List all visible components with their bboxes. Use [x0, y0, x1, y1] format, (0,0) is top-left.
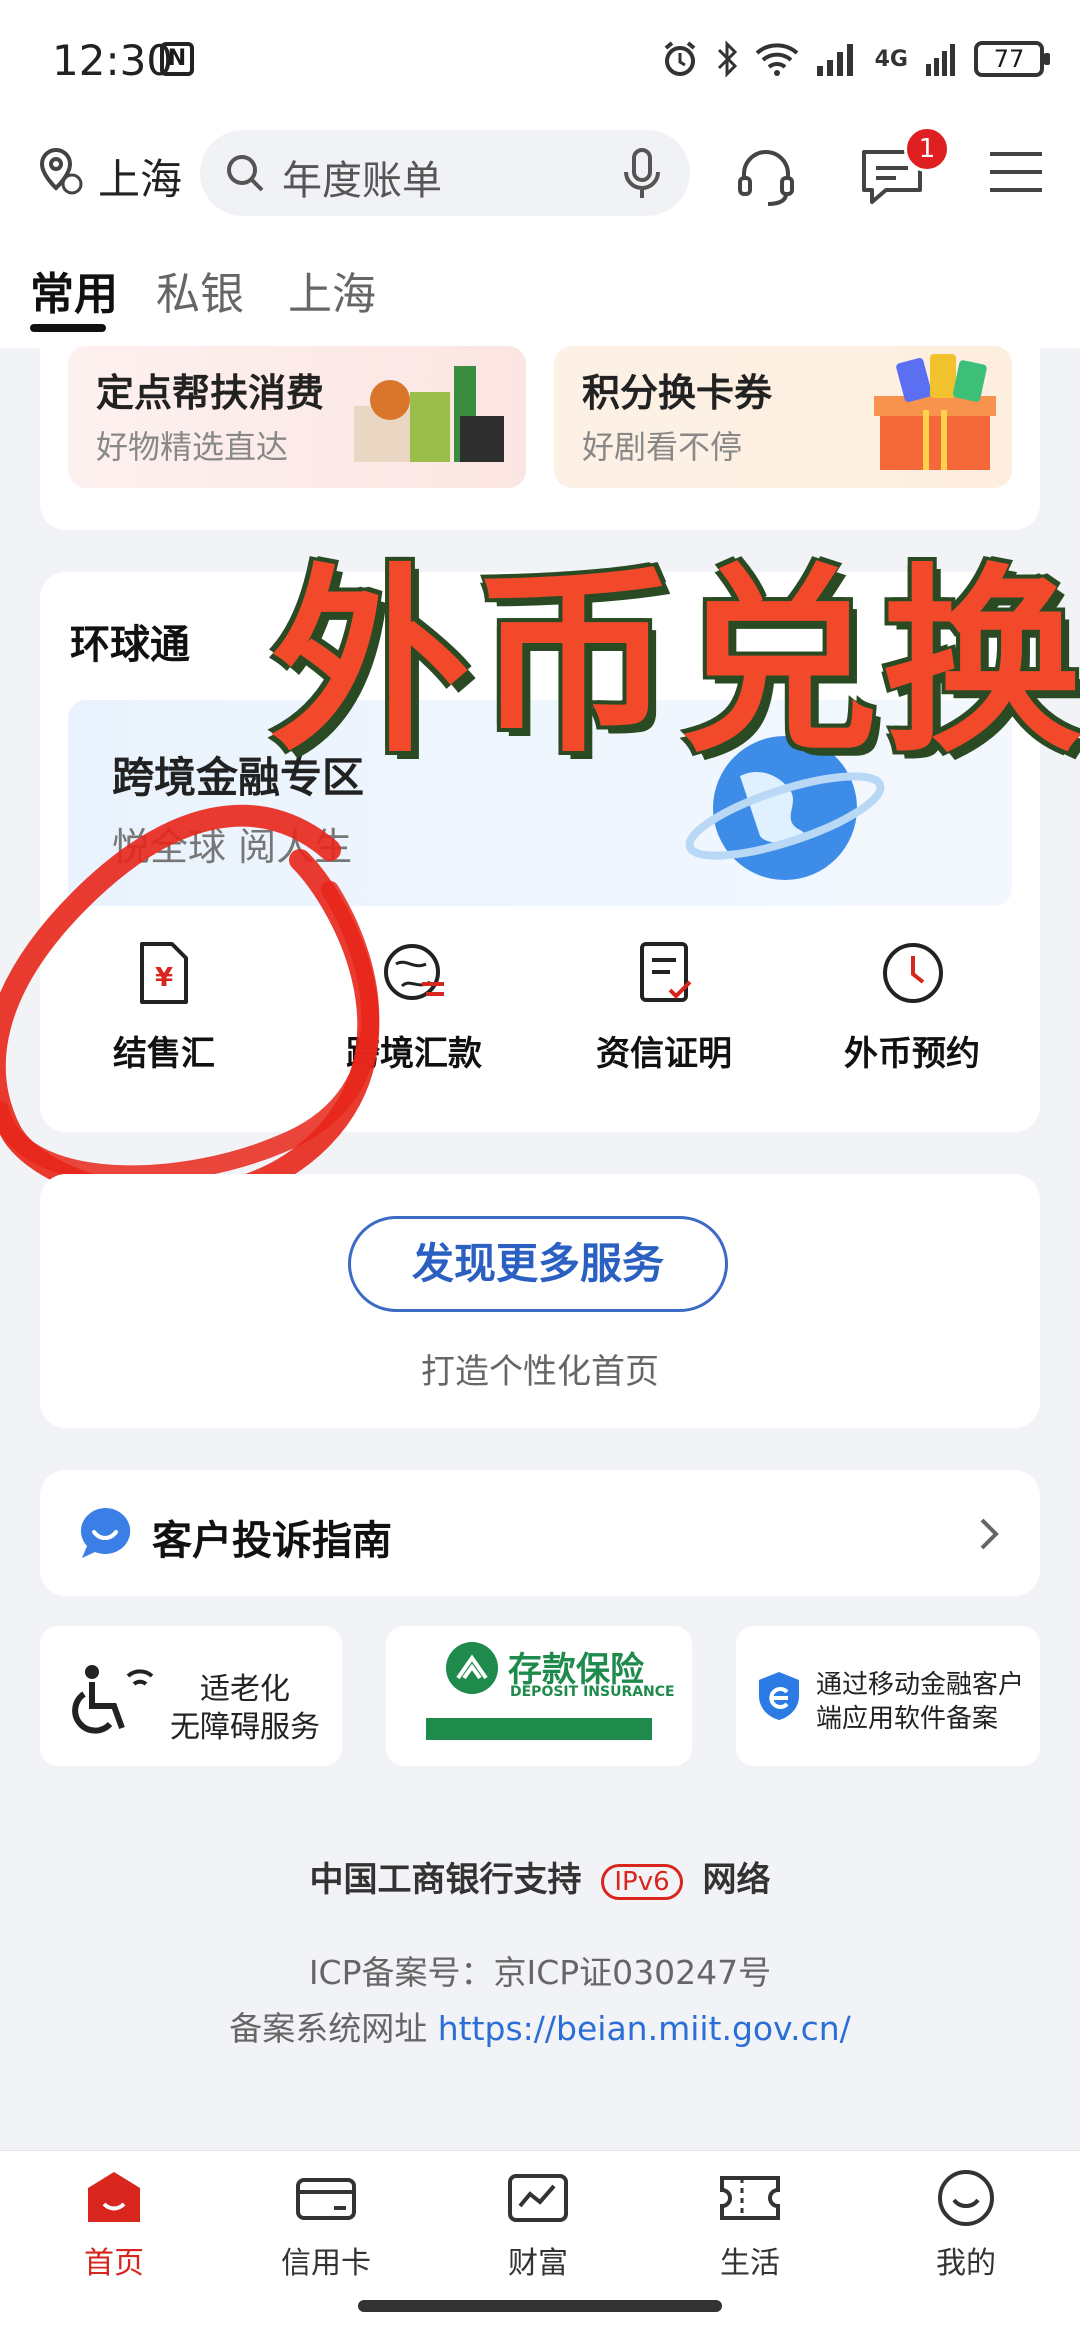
deposit-insurance-en: DEPOSIT INSURANCE [510, 1684, 675, 1700]
battery-indicator: 77 [974, 41, 1050, 77]
deposit-insurance-logo-icon [446, 1642, 498, 1694]
tab-private-banking[interactable]: 私银 [156, 258, 244, 322]
service-label: 资信证明 [596, 1034, 732, 1074]
home-icon [88, 2172, 140, 2222]
service-label: 外币预约 [844, 1034, 980, 1074]
nav-home[interactable]: 首页 [6, 2168, 222, 2282]
promo-title: 定点帮扶消费 [96, 371, 325, 415]
nav-credit-card[interactable]: 信用卡 [218, 2168, 434, 2282]
bluetooth-icon [717, 40, 737, 78]
signal-icon [816, 44, 853, 76]
location-label[interactable]: 上海 [98, 146, 182, 207]
nav-label: 我的 [936, 2246, 996, 2281]
elderly-line-2: 无障碍服务 [170, 1710, 320, 1745]
products-image [354, 366, 504, 462]
clock-icon [883, 943, 943, 1003]
nav-label: 生活 [720, 2246, 780, 2281]
status-time: 12:30 [52, 36, 174, 85]
marker-circle-annotation [0, 804, 380, 1208]
nav-mine[interactable]: 我的 [858, 2168, 1074, 2282]
tab-常用[interactable]: 常用 [30, 258, 118, 322]
icp-number: ICP备案号：京ICP证030247号 [308, 1953, 772, 1992]
network-type: 4G [874, 46, 908, 72]
chart-icon [508, 2174, 568, 2222]
discover-more-button[interactable]: 发现更多服务 [348, 1216, 728, 1312]
app-filing-line-1: 通过移动金融客户 [816, 1670, 1025, 1700]
customer-service-icon[interactable] [734, 144, 798, 208]
message-badge: 1 [904, 126, 950, 172]
service-forex-appointment[interactable]: 外币预约 [792, 930, 1032, 1080]
record-url-link[interactable]: https://beian.miit.gov.cn/ [438, 2009, 851, 2048]
section-title: 环球通 [70, 622, 190, 668]
menu-icon[interactable] [988, 148, 1044, 196]
ipv6-suffix: 网络 [702, 1860, 771, 1900]
search-input[interactable]: 年度账单 [282, 148, 442, 206]
home-indicator[interactable] [358, 2300, 722, 2312]
wifi-icon [755, 43, 798, 76]
chevron-right-icon [980, 1518, 999, 1550]
gift-box-image [874, 354, 996, 470]
chat-bubble-icon [80, 1507, 131, 1558]
certificate-icon [640, 942, 692, 1002]
app-filing-line-2: 端应用软件备案 [816, 1704, 999, 1734]
tab-shanghai[interactable]: 上海 [288, 258, 376, 322]
ipv6-prefix: 中国工商银行支持 [309, 1860, 582, 1900]
promo-subtitle: 好剧看不停 [582, 428, 743, 466]
nav-label: 首页 [84, 2246, 144, 2281]
search-icon [227, 155, 264, 192]
record-prefix: 备案系统网址 [229, 2009, 428, 2048]
discover-subtitle: 打造个性化首页 [421, 1352, 659, 1392]
nav-label: 财富 [508, 2246, 568, 2281]
record-system-line: 备案系统网址 https://beian.miit.gov.cn/ [0, 2002, 1080, 2050]
shield-e-icon [759, 1672, 799, 1720]
search-bar[interactable] [200, 130, 690, 216]
signal-icon-2 [926, 44, 955, 76]
alarm-icon [664, 41, 695, 76]
overlay-caption: 外币兑换 [270, 547, 1080, 780]
promo-title: 积分换卡券 [582, 371, 773, 415]
complaint-title: 客户投诉指南 [152, 1518, 392, 1564]
credit-card-icon [296, 2178, 356, 2220]
location-pin-icon[interactable] [36, 146, 84, 196]
user-smile-icon [938, 2170, 994, 2226]
accessibility-icon [72, 1665, 154, 1734]
ticket-icon [720, 2176, 780, 2220]
nav-wealth[interactable]: 财富 [430, 2168, 646, 2282]
ipv6-support-line: 中国工商银行支持 IPv6 网络 [0, 1852, 1080, 1901]
nfc-icon: N [160, 42, 194, 76]
nav-life[interactable]: 生活 [642, 2168, 858, 2282]
system-icons: 4G 77 [661, 34, 1050, 84]
deposit-insurance-strip [426, 1718, 652, 1740]
service-credit-certificate[interactable]: 资信证明 [544, 930, 784, 1080]
microphone-icon[interactable] [620, 148, 664, 200]
active-tab-indicator [30, 324, 106, 332]
promo-subtitle: 好物精选直达 [96, 428, 289, 466]
nav-label: 信用卡 [281, 2246, 371, 2281]
ipv6-badge: IPv6 [601, 1863, 683, 1900]
